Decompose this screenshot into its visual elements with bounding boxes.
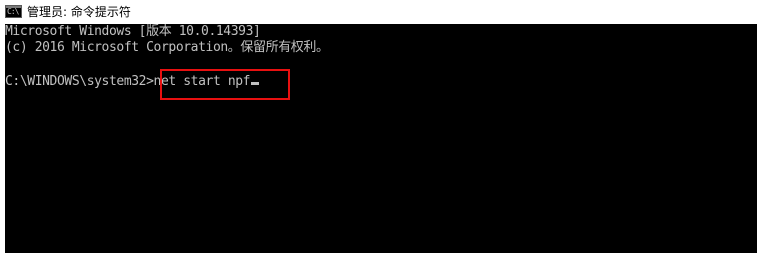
- command-prompt-window: C:\ 管理员: 命令提示符 Microsoft Windows [版本 10.…: [0, 0, 766, 253]
- window-right-edge: [757, 24, 766, 253]
- console-line-copyright: (c) 2016 Microsoft Corporation。保留所有权利。: [5, 40, 329, 55]
- cmd-icon-glyph: C:\: [7, 7, 19, 16]
- window-title: 管理员: 命令提示符: [27, 5, 131, 19]
- console-prompt: C:\WINDOWS\system32>: [5, 74, 154, 89]
- console-line-version: Microsoft Windows [版本 10.0.14393]: [5, 24, 261, 39]
- title-bar[interactable]: C:\ 管理员: 命令提示符: [0, 0, 766, 24]
- command-highlight-box: [160, 69, 290, 100]
- console-output-area[interactable]: Microsoft Windows [版本 10.0.14393] (c) 20…: [5, 24, 757, 253]
- cmd-icon: C:\: [5, 5, 22, 18]
